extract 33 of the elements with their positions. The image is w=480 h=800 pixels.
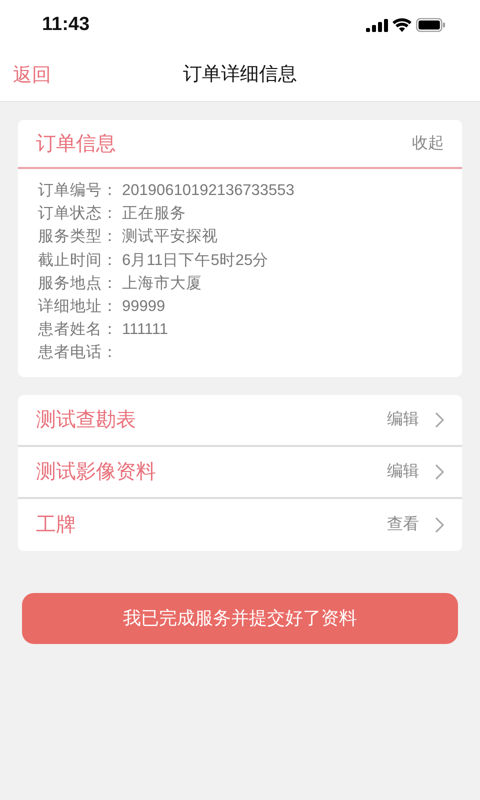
submit-button[interactable]: 我已完成服务并提交好了资料 [22,592,458,644]
chevron-right-icon [435,412,444,428]
link-title[interactable]: 测试影像资料 [36,456,156,487]
collapse-link[interactable]: 收起 [412,132,444,156]
field-value: 111111 [122,320,168,340]
action-link[interactable]: 编辑 [387,460,419,484]
back-link[interactable]: 返回 [13,62,51,90]
status-time: 11:43 [42,12,90,37]
field-label: 订单状态： [38,204,118,224]
field-label: 服务类型： [38,227,118,248]
field-label: 服务地点： [38,274,118,294]
signal-icon [366,18,388,32]
link-title[interactable]: 测试查勘表 [36,404,136,435]
field-value: 正在服务 [122,204,186,224]
field-value: 20190610192136733553 [122,181,294,201]
field-label: 患者电话： [38,343,118,364]
battery-icon [416,18,446,32]
page-title: 订单详细信息 [183,63,297,88]
section-title: 订单信息 [36,132,116,156]
chevron-right-icon [435,464,444,480]
wifi-icon [392,18,412,32]
field-value: 测试平安探视 [122,227,218,248]
action-link[interactable]: 查看 [387,512,419,537]
field-value: 6月11日下午5时25分 [122,250,269,271]
field-value: 99999 [122,297,166,318]
field-value: 上海市大厦 [122,274,202,294]
field-label: 订单编号： [38,181,118,201]
chevron-right-icon [435,516,444,533]
action-link[interactable]: 编辑 [387,408,419,432]
field-label: 截止时间： [38,250,118,271]
field-label: 详细地址： [38,297,118,318]
link-title[interactable]: 工牌 [36,510,76,540]
field-label: 患者姓名： [38,320,118,340]
